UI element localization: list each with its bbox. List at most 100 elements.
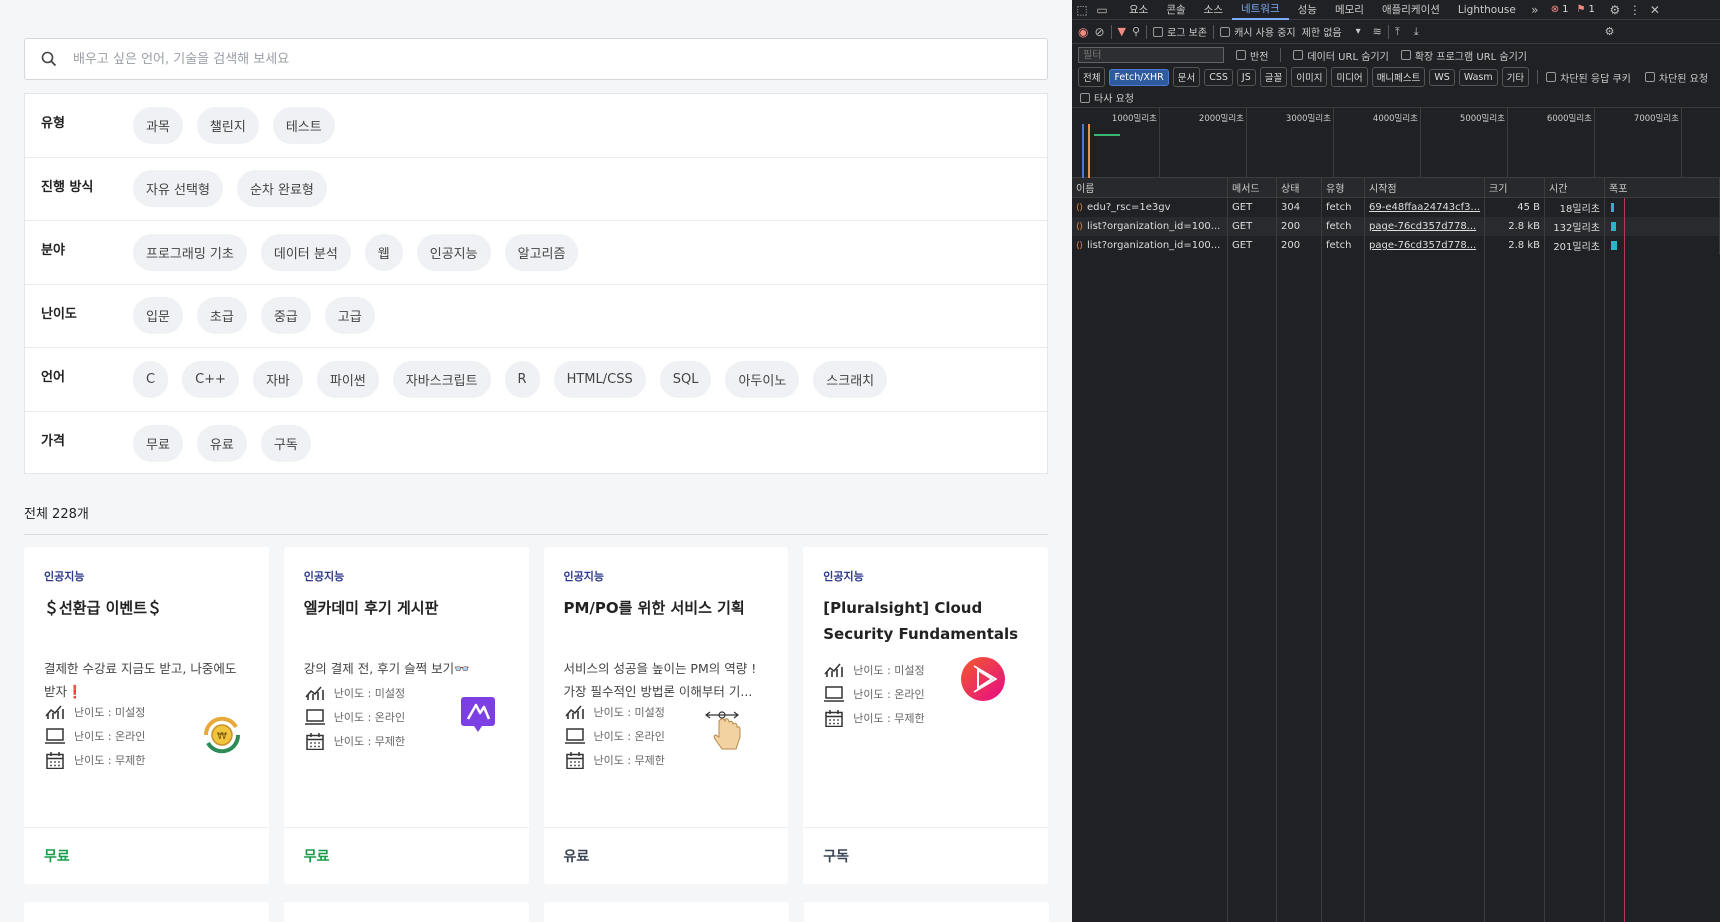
devtools-tab[interactable]: 네트워크	[1231, 0, 1289, 20]
column-header[interactable]: 상태	[1277, 177, 1322, 198]
filter-input[interactable]	[1078, 47, 1224, 63]
filter-funnel-icon[interactable]: ▼	[1118, 25, 1126, 38]
hide-extension-urls-checkbox[interactable]: 확장 프로그램 URL 숨기기	[1400, 48, 1527, 63]
request-row[interactable]: ⟨⟩ edu?_rsc=1e3gv GET 304 fetch 69-e48ffaa247…	[1072, 198, 1720, 217]
filter-chip[interactable]: 구독	[260, 424, 311, 462]
type-filter-button[interactable]: 전체	[1078, 67, 1106, 87]
column-header[interactable]: 이름	[1072, 177, 1228, 198]
clear-icon[interactable]: ⊘	[1094, 25, 1104, 39]
column-header[interactable]: 메서드	[1228, 177, 1277, 198]
filter-chip[interactable]: 알고리즘	[504, 233, 579, 271]
type-filter-button[interactable]: 기타	[1501, 67, 1530, 87]
filter-chip[interactable]: SQL	[659, 360, 712, 398]
column-header[interactable]: 크기	[1485, 177, 1545, 198]
course-card-partial[interactable]	[284, 902, 529, 922]
filter-chip[interactable]: C	[133, 360, 169, 398]
network-conditions-icon[interactable]: ≋	[1373, 25, 1382, 38]
network-settings-icon[interactable]: ⚙	[1605, 25, 1615, 38]
filter-chip[interactable]: 자바	[252, 360, 303, 398]
blocked-cookies-checkbox[interactable]: 차단된 응답 쿠키	[1546, 70, 1631, 85]
type-filter-button[interactable]: 이미지	[1291, 67, 1328, 87]
type-filter-button[interactable]: JS	[1236, 68, 1256, 86]
filter-chip[interactable]: 초급	[196, 297, 247, 335]
devtools-tab[interactable]: 요소	[1120, 0, 1157, 20]
request-initiator-cell[interactable]: page-76cd357d778...	[1365, 217, 1485, 236]
course-card[interactable]: 인공지능 ＄선환급 이벤트＄ 결제한 수강료 지금도 받고, 나중에도 받자❗ 난이도…	[24, 547, 269, 884]
request-initiator-cell[interactable]: page-76cd357d778...	[1365, 236, 1485, 255]
filter-chip[interactable]: R	[504, 360, 540, 398]
request-row[interactable]: ⟨⟩ list?organization_id=100... GET 200 fetch…	[1072, 217, 1720, 236]
settings-gear-icon[interactable]: ⚙	[1605, 0, 1625, 20]
issues-badge[interactable]: ⚑ 1	[1577, 4, 1595, 15]
kebab-menu-icon[interactable]: ⋮	[1625, 0, 1645, 20]
filter-chip[interactable]: 파이썬	[316, 360, 379, 398]
filter-chip[interactable]: 유료	[196, 424, 247, 462]
devtools-tab[interactable]: 메모리	[1326, 0, 1373, 20]
filter-chip[interactable]: 웹	[364, 233, 403, 271]
error-badge[interactable]: ⊗ 1	[1551, 4, 1569, 15]
column-header[interactable]: 폭포	[1605, 177, 1720, 198]
course-card[interactable]: 인공지능 PM/PO를 위한 서비스 기획 서비스의 성공을 높이는 PM의 역량 …	[543, 547, 789, 884]
third-party-checkbox[interactable]: 타사 요청	[1080, 90, 1134, 105]
fetch-icon: ⟨⟩	[1076, 240, 1084, 251]
column-header[interactable]: 유형	[1322, 177, 1365, 198]
throttle-select[interactable]: 제한 없음 ▾	[1302, 24, 1361, 39]
devtools-tab[interactable]: 콘솔	[1157, 0, 1194, 20]
devtools-tab[interactable]: 애플리케이션	[1373, 0, 1449, 20]
filter-chip[interactable]: 챌린지	[196, 106, 259, 144]
devtools-tab[interactable]: 소스	[1195, 0, 1232, 20]
search-box[interactable]	[24, 38, 1048, 80]
filter-chip[interactable]: 프로그래밍 기초	[133, 233, 247, 271]
filter-chip[interactable]: 고급	[324, 297, 375, 335]
column-header[interactable]: 시간	[1545, 177, 1605, 198]
filter-chip[interactable]: 무료	[133, 424, 183, 462]
dropdown-arrow-icon: ▾	[1355, 26, 1361, 37]
column-header[interactable]: 시작점	[1365, 177, 1485, 198]
devtools-tab[interactable]: Lighthouse	[1449, 0, 1525, 20]
close-icon[interactable]: ✕	[1645, 0, 1665, 20]
search-icon[interactable]: ⚲	[1132, 25, 1140, 38]
filter-chip[interactable]: 데이터 분석	[260, 233, 351, 271]
type-filter-button[interactable]: 글꼴	[1259, 67, 1288, 87]
type-filter-button[interactable]: 미디어	[1331, 67, 1368, 87]
record-icon[interactable]: ◉	[1078, 25, 1088, 39]
filter-chip[interactable]: 순차 완료형	[236, 170, 327, 208]
filter-chip[interactable]: 과목	[133, 106, 183, 144]
filter-chip[interactable]: 인공지능	[416, 233, 491, 271]
more-tabs-icon[interactable]: »	[1525, 0, 1545, 20]
device-toolbar-icon[interactable]: ▭	[1092, 0, 1112, 20]
type-filter-button[interactable]: Wasm	[1458, 68, 1498, 86]
type-filter-button[interactable]: 매니페스트	[1371, 67, 1426, 87]
hide-data-urls-checkbox[interactable]: 데이터 URL 숨기기	[1293, 48, 1389, 63]
filter-chip[interactable]: 스크래치	[813, 360, 888, 398]
course-card[interactable]: 인공지능 엘카데미 후기 게시판 강의 결제 전, 후기 슬쩍 보기👓 난이도 : 미…	[283, 547, 529, 884]
filter-chip[interactable]: 자바스크립트	[392, 360, 491, 398]
type-filter-button[interactable]: Fetch/XHR	[1109, 68, 1169, 86]
filter-chip[interactable]: 테스트	[272, 106, 335, 144]
filter-chip[interactable]: 아두이노	[725, 360, 800, 398]
search-input[interactable]	[73, 51, 973, 67]
filter-chip[interactable]: 중급	[260, 297, 311, 335]
filter-chip[interactable]: HTML/CSS	[553, 360, 646, 398]
course-card-partial[interactable]	[544, 902, 789, 922]
devtools-tab[interactable]: 성능	[1289, 0, 1326, 20]
inspect-icon[interactable]: ⬚	[1072, 0, 1092, 20]
invert-checkbox[interactable]: 반전	[1236, 48, 1268, 63]
disable-cache-checkbox[interactable]: 캐시 사용 중지	[1220, 24, 1296, 39]
preserve-log-checkbox[interactable]: 로그 보존	[1153, 24, 1207, 39]
filter-chip[interactable]: 자유 선택형	[133, 170, 223, 208]
type-filter-button[interactable]: WS	[1429, 68, 1455, 86]
export-har-icon[interactable]: ⤓	[1414, 25, 1419, 39]
type-filter-button[interactable]: CSS	[1204, 68, 1233, 86]
network-overview-timeline[interactable]: 1000밀리초 2000밀리초 3000밀리초 4000밀리초 5000밀리초 6000밀…	[1072, 108, 1720, 178]
course-card[interactable]: 인공지능 [Pluralsight] Cloud Security Fundame…	[803, 547, 1048, 884]
type-filter-button[interactable]: 문서	[1172, 67, 1201, 87]
request-row[interactable]: ⟨⟩ list?organization_id=100... GET 200 fetch…	[1072, 236, 1720, 255]
course-card-partial[interactable]	[804, 902, 1049, 922]
course-card-partial[interactable]	[24, 902, 269, 922]
import-har-icon[interactable]: ⤒	[1395, 25, 1400, 39]
request-initiator-cell[interactable]: 69-e48ffaa24743cf3...	[1365, 198, 1485, 217]
filter-chip[interactable]: C++	[182, 360, 239, 398]
blocked-requests-checkbox[interactable]: 차단된 요청	[1644, 70, 1708, 85]
filter-chip[interactable]: 입문	[133, 297, 183, 335]
